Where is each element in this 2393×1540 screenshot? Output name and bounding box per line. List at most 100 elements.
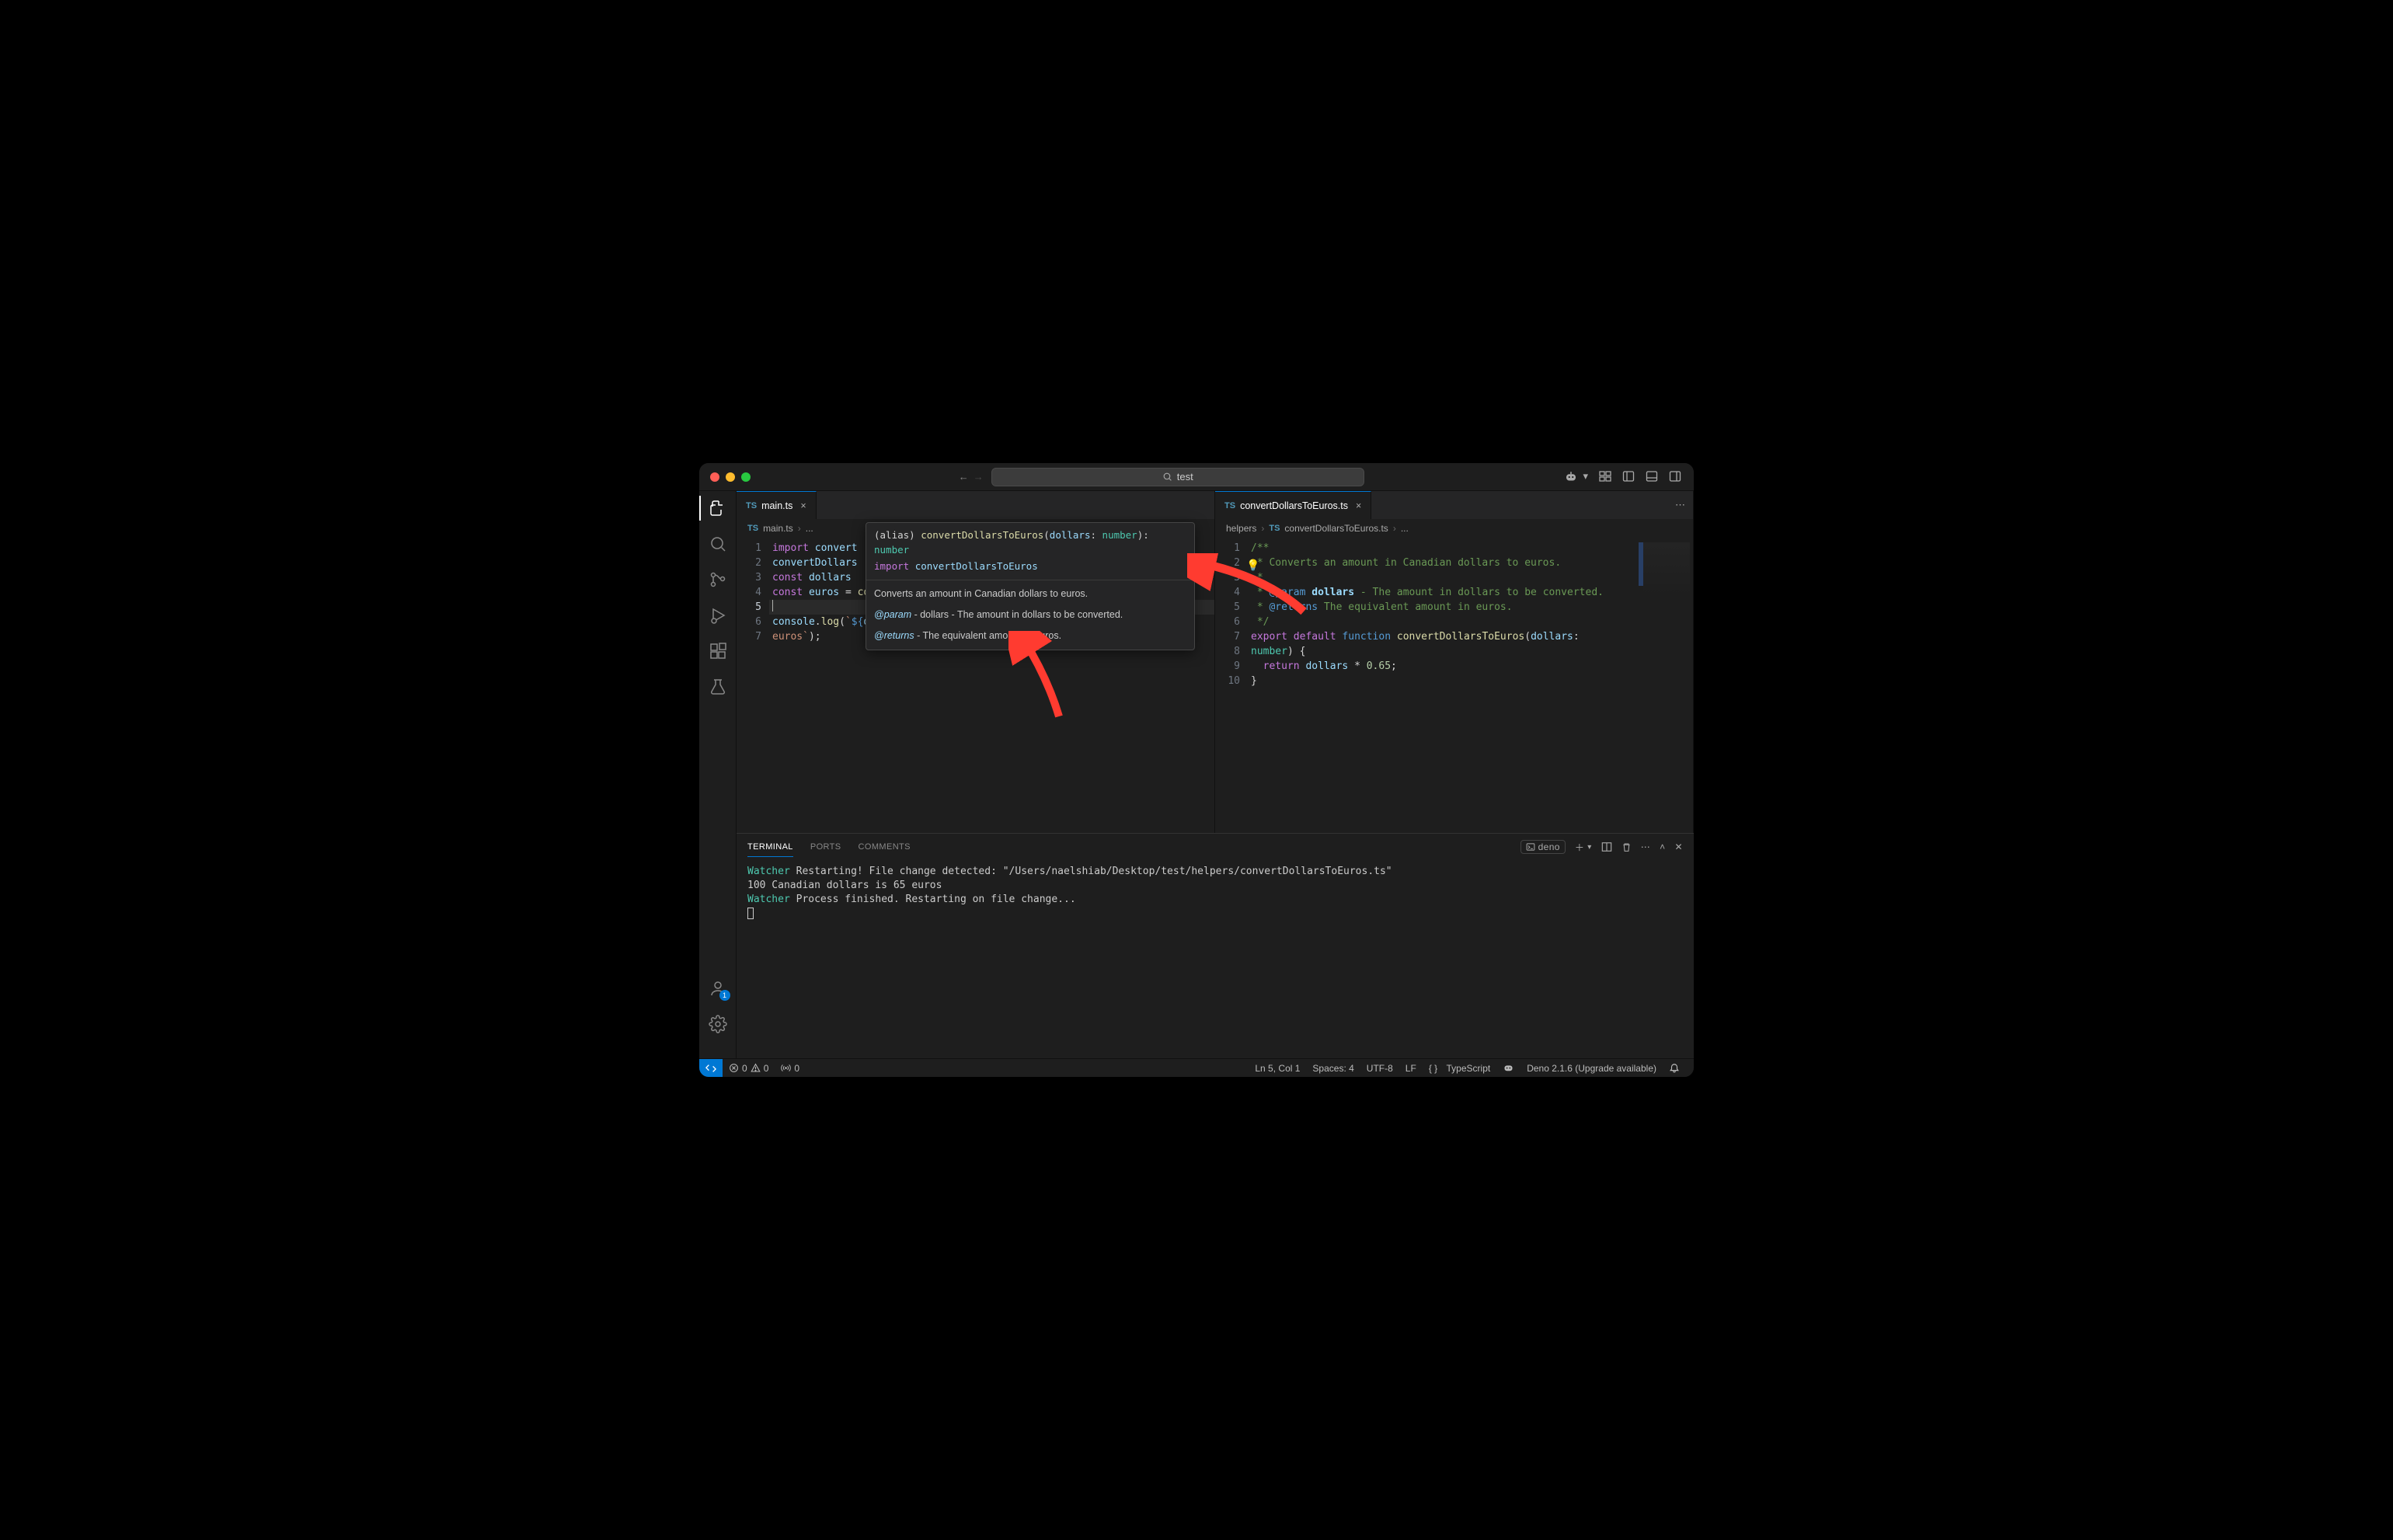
- code-line[interactable]: return dollars * 0.65;: [1248, 659, 1639, 674]
- tabbar-left: TS main.ts ×: [737, 491, 1214, 519]
- breadcrumb-right[interactable]: helpers › TS convertDollarsToEuros.ts › …: [1215, 519, 1693, 538]
- antenna-icon: [781, 1063, 791, 1073]
- editor-group-right: TS convertDollarsToEuros.ts × ⋯ helpers …: [1215, 491, 1694, 833]
- close-tab-icon[interactable]: ×: [800, 500, 806, 511]
- panel-tabs: TERMINAL PORTS COMMENTS deno ＋ ▾: [737, 834, 1694, 860]
- crumb-folder: helpers: [1226, 523, 1256, 534]
- testing-icon[interactable]: [709, 678, 727, 696]
- code-line[interactable]: }: [1248, 674, 1639, 688]
- command-center-search[interactable]: test: [991, 468, 1364, 486]
- terminal-output[interactable]: Watcher Restarting! File change detected…: [737, 860, 1694, 1058]
- maximize-window-button[interactable]: [741, 472, 751, 482]
- warning-icon: [751, 1063, 761, 1073]
- crumb-file: convertDollarsToEuros.ts: [1284, 523, 1388, 534]
- explorer-icon[interactable]: [709, 499, 727, 517]
- toggle-sidebar-icon[interactable]: [1622, 470, 1635, 484]
- layout-customize-icon[interactable]: [1599, 470, 1611, 484]
- chevron-right-icon: ›: [798, 523, 801, 534]
- close-panel-icon[interactable]: ✕: [1675, 841, 1683, 852]
- code-line[interactable]: */: [1248, 615, 1639, 629]
- titlebar: ← → test ▾: [699, 463, 1694, 491]
- ts-file-icon: TS: [1224, 501, 1235, 510]
- hover-tooltip: (alias) convertDollarsToEuros(dollars: n…: [866, 522, 1195, 650]
- problems-status[interactable]: 0 0: [723, 1063, 775, 1074]
- line-gutter: 1 2 3 4 5 6 7 8 9 10: [1215, 538, 1248, 833]
- cursor-position[interactable]: Ln 5, Col 1: [1249, 1063, 1306, 1074]
- error-icon: [729, 1063, 739, 1073]
- hover-signature: (alias) convertDollarsToEuros(dollars: n…: [866, 523, 1194, 559]
- chevron-down-icon[interactable]: ▾: [1583, 470, 1588, 484]
- source-control-icon[interactable]: [709, 570, 727, 589]
- accounts-icon[interactable]: 1: [709, 979, 727, 998]
- account-badge: 1: [719, 990, 730, 1001]
- code-line[interactable]: export default function convertDollarsTo…: [1248, 629, 1639, 644]
- code-line[interactable]: number) {: [1248, 644, 1639, 659]
- activity-bar: 1: [699, 491, 737, 1058]
- bottom-panel: TERMINAL PORTS COMMENTS deno ＋ ▾: [737, 833, 1694, 1058]
- split-terminal-icon[interactable]: [1601, 841, 1612, 852]
- minimize-window-button[interactable]: [726, 472, 735, 482]
- encoding-status[interactable]: UTF-8: [1360, 1063, 1399, 1074]
- ts-file-icon: TS: [1269, 524, 1280, 533]
- hover-doc: Converts an amount in Canadian dollars t…: [866, 580, 1194, 650]
- panel-tab-comments[interactable]: COMMENTS: [859, 842, 911, 852]
- window-controls: [699, 472, 751, 482]
- remote-indicator[interactable]: [699, 1059, 723, 1077]
- eol-status[interactable]: LF: [1399, 1063, 1423, 1074]
- panel-tab-terminal[interactable]: TERMINAL: [747, 842, 793, 857]
- tab-convert-ts[interactable]: TS convertDollarsToEuros.ts ×: [1215, 491, 1371, 519]
- tab-main-ts[interactable]: TS main.ts ×: [737, 491, 817, 519]
- search-text: test: [1177, 471, 1193, 483]
- search-activity-icon[interactable]: [709, 535, 727, 553]
- braces-icon: { }: [1429, 1063, 1437, 1074]
- notifications-icon[interactable]: [1663, 1063, 1686, 1074]
- chevron-down-icon[interactable]: ▾: [1587, 843, 1591, 852]
- search-icon: [1162, 472, 1172, 482]
- nav-history: ← →: [951, 471, 991, 483]
- nav-forward-icon[interactable]: →: [974, 471, 984, 483]
- language-mode[interactable]: { } TypeScript: [1423, 1063, 1496, 1074]
- ports-status[interactable]: 0: [775, 1063, 806, 1074]
- more-icon[interactable]: ⋯: [1641, 841, 1650, 852]
- run-debug-icon[interactable]: [709, 606, 727, 625]
- toggle-panel-icon[interactable]: [1646, 470, 1658, 484]
- toggle-secondary-sidebar-icon[interactable]: [1669, 470, 1681, 484]
- more-actions-icon[interactable]: ⋯: [1675, 499, 1685, 511]
- tab-label: convertDollarsToEuros.ts: [1240, 500, 1348, 511]
- panel-tab-ports[interactable]: PORTS: [810, 842, 841, 852]
- copilot-icon[interactable]: [1564, 470, 1578, 484]
- code-line[interactable]: * Converts an amount in Canadian dollars…: [1248, 556, 1639, 570]
- terminal-icon: [1526, 842, 1535, 852]
- minimap[interactable]: [1639, 538, 1693, 833]
- nav-back-icon[interactable]: ←: [959, 471, 969, 483]
- deno-version-status[interactable]: Deno 2.1.6 (Upgrade available): [1520, 1063, 1663, 1074]
- code-line[interactable]: *: [1248, 570, 1639, 585]
- status-bar: 0 0 0 Ln 5, Col 1 Spaces: 4 UTF-8 LF { }…: [699, 1058, 1694, 1077]
- tab-label: main.ts: [761, 500, 792, 511]
- code-line[interactable]: * @param dollars - The amount in dollars…: [1248, 585, 1639, 600]
- terminal-profile-label[interactable]: deno: [1520, 840, 1566, 854]
- kill-terminal-icon[interactable]: [1621, 842, 1632, 852]
- close-tab-icon[interactable]: ×: [1356, 500, 1361, 511]
- chevron-up-icon[interactable]: ˄: [1660, 841, 1665, 852]
- copilot-status-icon[interactable]: [1496, 1062, 1520, 1074]
- code-line[interactable]: * @returns The equivalent amount in euro…: [1248, 600, 1639, 615]
- new-terminal-icon[interactable]: ＋: [1575, 841, 1584, 854]
- editor-right[interactable]: 1 2 3 4 5 6 7 8 9 10 💡: [1215, 538, 1693, 833]
- code-line[interactable]: /**: [1248, 541, 1639, 556]
- close-window-button[interactable]: [710, 472, 719, 482]
- chevron-right-icon: ›: [1393, 523, 1396, 534]
- ts-file-icon: TS: [747, 524, 758, 533]
- settings-gear-icon[interactable]: [709, 1015, 727, 1033]
- lightbulb-icon[interactable]: 💡: [1246, 559, 1259, 573]
- crumb-file: main.ts: [763, 523, 793, 534]
- titlebar-right-actions: ▾: [1564, 470, 1694, 484]
- code-content-right[interactable]: 💡 /** * Converts an amount in Canadian d…: [1248, 538, 1639, 833]
- vscode-window: ← → test ▾: [699, 463, 1694, 1077]
- hover-import: import convertDollarsToEuros: [866, 559, 1194, 580]
- tabbar-right: TS convertDollarsToEuros.ts × ⋯: [1215, 491, 1693, 519]
- extensions-icon[interactable]: [709, 642, 727, 660]
- crumb-more: ...: [806, 523, 813, 534]
- indentation-status[interactable]: Spaces: 4: [1306, 1063, 1360, 1074]
- hover-desc: Converts an amount in Canadian dollars t…: [874, 587, 1186, 601]
